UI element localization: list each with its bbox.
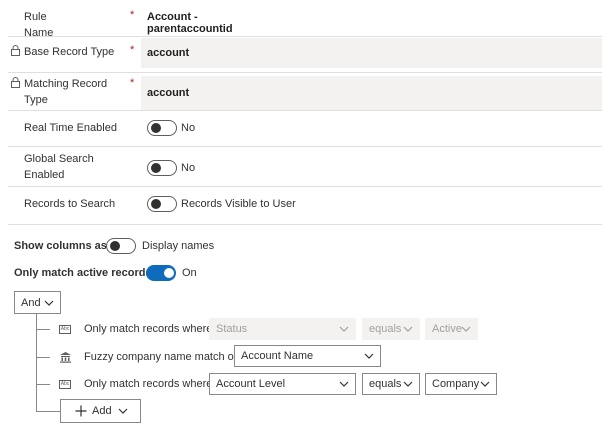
base-record-type-field[interactable]: account (141, 38, 602, 68)
tree-connector (36, 329, 50, 330)
base-record-type-label: Base Record Type (24, 46, 115, 58)
abc-text-icon: Abc (59, 325, 71, 334)
condition-value-dropdown[interactable]: Active (425, 318, 478, 340)
condition-value-value: Company (432, 378, 480, 390)
matching-record-type-value: account (147, 87, 190, 99)
divider (8, 186, 602, 187)
chevron-down-icon (44, 300, 54, 306)
condition-operator-value: equals (369, 378, 402, 390)
fuzzy-field-value: Account Name (241, 350, 314, 362)
tree-connector (36, 384, 50, 385)
chevron-down-icon (480, 381, 490, 387)
real-time-enabled-label: Real Time Enabled (24, 122, 117, 134)
records-to-search-value: Records Visible to User (181, 198, 296, 210)
condition-operator-value: equals (369, 323, 402, 335)
only-match-active-value: On (182, 267, 197, 279)
divider (8, 72, 602, 73)
toggle-knob (151, 163, 161, 173)
condition-field-dropdown[interactable]: Status (209, 318, 356, 340)
condition-text: Only match records where (84, 323, 213, 335)
add-button-label: Add (92, 405, 112, 417)
toggle-knob (110, 241, 120, 251)
matching-record-type-label-line2: Type (24, 94, 48, 106)
chevron-down-icon (339, 326, 349, 332)
base-record-type-value: account (147, 47, 190, 59)
records-to-search-label: Records to Search (24, 198, 116, 210)
add-button[interactable]: Add (60, 399, 141, 423)
group-operator-value: And (21, 296, 41, 309)
condition-field-value: Status (216, 323, 248, 335)
condition-value-dropdown[interactable]: Company (425, 373, 497, 395)
condition-field-dropdown[interactable]: Account Level (209, 373, 356, 395)
condition-value-value: Active (432, 323, 462, 335)
toggle-knob (151, 199, 161, 209)
tree-connector (36, 357, 50, 358)
tree-connector (36, 411, 60, 412)
only-match-active-label: Only match active records (14, 267, 152, 279)
show-columns-as-label: Show columns as (14, 240, 107, 252)
abc-text-icon: Abc (59, 380, 71, 389)
condition-field-value: Account Level (216, 378, 286, 390)
required-asterisk: * (130, 44, 135, 56)
condition-operator-dropdown[interactable]: equals (362, 373, 420, 395)
global-search-enabled-value: No (181, 162, 196, 174)
condition-text: Only match records where (84, 378, 213, 390)
required-asterisk: * (130, 77, 135, 89)
show-columns-as-value: Display names (142, 240, 215, 252)
bank-building-icon (60, 352, 71, 363)
chevron-down-icon (403, 326, 413, 332)
only-match-active-toggle[interactable] (146, 265, 176, 281)
toggle-knob (164, 268, 174, 278)
divider (8, 224, 602, 225)
toggle-knob (151, 123, 161, 133)
required-asterisk: * (130, 9, 135, 21)
divider (8, 36, 602, 37)
records-to-search-toggle[interactable] (147, 196, 177, 212)
plus-icon (75, 405, 87, 417)
matching-record-type-label-line1: Matching Record (24, 78, 108, 90)
real-time-enabled-value: No (181, 122, 196, 134)
fuzzy-field-dropdown[interactable]: Account Name (234, 345, 381, 367)
global-search-enabled-label-line1: Global Search (24, 153, 94, 165)
condition-text: Fuzzy company name match on (84, 351, 240, 363)
chevron-down-icon (339, 381, 349, 387)
divider (8, 146, 602, 147)
chevron-down-icon (118, 408, 128, 414)
divider (8, 110, 602, 111)
lock-icon (11, 77, 20, 88)
show-columns-as-toggle[interactable] (106, 238, 136, 254)
chevron-down-icon (403, 381, 413, 387)
matching-record-type-field[interactable]: account (141, 76, 602, 110)
real-time-enabled-toggle[interactable] (147, 120, 177, 136)
group-operator-dropdown[interactable]: And (14, 291, 61, 314)
lock-icon (11, 45, 20, 56)
chevron-down-icon (364, 353, 374, 359)
chevron-down-icon (461, 326, 471, 332)
global-search-enabled-label-line2: Enabled (24, 169, 65, 181)
rule-name-value[interactable]: Account - parentaccountid (147, 11, 233, 35)
condition-operator-dropdown[interactable]: equals (362, 318, 420, 340)
global-search-enabled-toggle[interactable] (147, 160, 177, 176)
